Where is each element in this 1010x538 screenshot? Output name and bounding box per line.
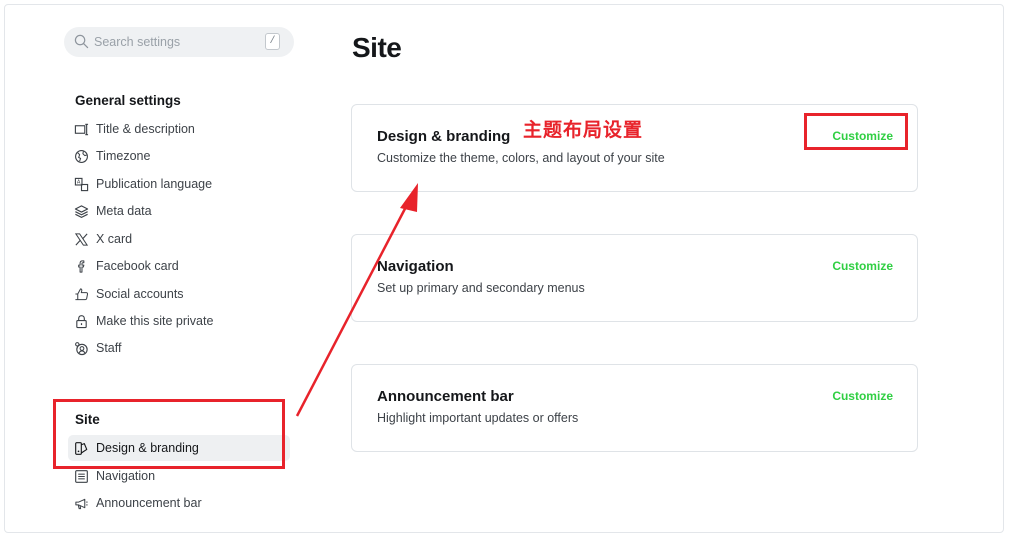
- svg-text:A: A: [77, 179, 81, 185]
- sidebar-item-label: Navigation: [96, 469, 156, 483]
- sidebar-item-title-description[interactable]: Title & description: [68, 116, 290, 142]
- lock-icon: [76, 314, 87, 328]
- sidebar-item-label: Social accounts: [96, 287, 184, 301]
- customize-navigation-button[interactable]: Customize: [832, 259, 893, 273]
- annotation-label: 主题布局设置: [523, 119, 644, 141]
- megaphone-icon: [75, 498, 88, 509]
- sidebar-item-make-site-private[interactable]: Make this site private: [68, 308, 290, 334]
- sidebar-item-label: Make this site private: [96, 314, 214, 328]
- layers-icon: [74, 204, 89, 218]
- sidebar-item-facebook-card[interactable]: Facebook card: [68, 253, 290, 279]
- thumbs-up-icon: [75, 287, 89, 300]
- sidebar-item-timezone[interactable]: Timezone: [68, 143, 290, 169]
- sidebar-item-x-card[interactable]: X card: [68, 226, 290, 252]
- search-input[interactable]: [94, 33, 264, 51]
- sidebar-item-label: Staff: [96, 341, 122, 355]
- sidebar-item-label: Publication language: [96, 177, 213, 191]
- card-title: Design & branding: [377, 128, 511, 145]
- sidebar-item-label: Announcement bar: [96, 496, 202, 510]
- globe-icon: [75, 149, 88, 163]
- customize-design-button[interactable]: Customize: [832, 129, 893, 143]
- card-description: Set up primary and secondary menus: [377, 281, 585, 295]
- sidebar-item-navigation[interactable]: Navigation: [68, 463, 290, 489]
- card-title: Announcement bar: [377, 388, 514, 405]
- general-settings-heading: General settings: [75, 93, 181, 108]
- sidebar-item-social-accounts[interactable]: Social accounts: [68, 281, 290, 307]
- sidebar-item-staff[interactable]: Staff: [68, 335, 290, 361]
- page-title: Site: [352, 32, 402, 63]
- sidebar-item-announcement-bar[interactable]: Announcement bar: [68, 490, 290, 516]
- sidebar-item-label: Design & branding: [96, 441, 199, 455]
- sidebar-item-meta-data[interactable]: Meta data: [68, 198, 290, 224]
- x-icon: [74, 232, 89, 246]
- search-shortcut-key: /: [265, 33, 280, 50]
- sidebar-item-label: X card: [96, 232, 133, 246]
- language-icon: A: [74, 177, 89, 191]
- sidebar-item-label: Title & description: [96, 122, 195, 136]
- card-description: Customize the theme, colors, and layout …: [377, 151, 665, 165]
- staff-icon: [75, 341, 88, 355]
- sidebar-item-label: Timezone: [96, 149, 151, 163]
- announcement-bar-card: Announcement bar Highlight important upd…: [351, 364, 918, 452]
- sidebar-item-label: Meta data: [96, 204, 152, 218]
- facebook-icon: [78, 259, 85, 273]
- brush-icon: [75, 441, 88, 455]
- title-icon: [74, 123, 89, 135]
- navigation-card: Navigation Set up primary and secondary …: [351, 234, 918, 322]
- sidebar-item-design-branding[interactable]: Design & branding: [68, 435, 290, 461]
- card-title: Navigation: [377, 258, 454, 275]
- menu-icon: [75, 469, 88, 483]
- sidebar-item-label: Facebook card: [96, 259, 179, 273]
- card-description: Highlight important updates or offers: [377, 411, 579, 425]
- search-bar[interactable]: [64, 27, 294, 57]
- search-icon: [74, 34, 89, 49]
- site-heading: Site: [75, 412, 100, 427]
- customize-announcement-button[interactable]: Customize: [832, 389, 893, 403]
- sidebar-item-publication-language[interactable]: A Publication language: [68, 171, 290, 197]
